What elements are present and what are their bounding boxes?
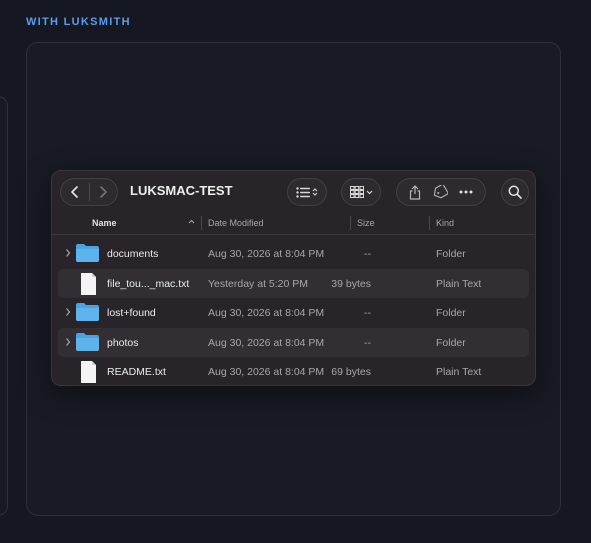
file-name: file_tou..._mac.txt — [107, 277, 190, 290]
column-kind[interactable]: Kind — [436, 218, 454, 228]
finder-window: LUKSMAC-TEST Name Date Modified Size Kin… — [51, 170, 536, 386]
file-row-file-touch[interactable]: file_tou..._mac.txt Yesterday at 5:20 PM… — [58, 268, 529, 299]
column-separator — [350, 216, 351, 230]
search-button[interactable] — [501, 178, 529, 206]
file-name: README.txt — [107, 366, 166, 379]
more-button[interactable] — [459, 190, 473, 194]
column-separator — [429, 216, 430, 230]
share-button[interactable] — [409, 184, 421, 200]
grid-view-button[interactable] — [341, 178, 381, 206]
column-separator — [201, 216, 202, 230]
file-size: -- — [364, 336, 371, 349]
file-kind: Plain Text — [436, 366, 482, 379]
file-row-readme[interactable]: README.txt Aug 30, 2026 at 8:04 PM 69 by… — [58, 357, 529, 385]
file-kind: Folder — [436, 336, 466, 349]
folder-icon — [76, 332, 99, 351]
more-icon — [459, 190, 473, 194]
tag-icon — [433, 185, 448, 199]
finder-toolbar: LUKSMAC-TEST — [52, 171, 535, 211]
file-kind: Folder — [436, 248, 466, 260]
file-size: 69 bytes — [331, 366, 371, 379]
file-name: lost+found — [107, 307, 156, 320]
back-button[interactable] — [61, 179, 89, 205]
column-date-modified[interactable]: Date Modified — [208, 218, 264, 228]
file-kind: Folder — [436, 307, 466, 320]
file-row-photos[interactable]: photos Aug 30, 2026 at 8:04 PM -- Folder — [58, 327, 529, 358]
folder-icon — [76, 244, 99, 262]
sort-ascending-icon — [188, 219, 195, 224]
list-view-icon — [296, 186, 310, 198]
file-row-lost-found[interactable]: lost+found Aug 30, 2026 at 8:04 PM -- Fo… — [58, 298, 529, 328]
disclosure-chevron-icon[interactable] — [65, 307, 71, 317]
sort-updown-icon — [312, 188, 318, 196]
back-icon — [70, 186, 78, 198]
file-size: -- — [364, 248, 371, 260]
text-file-icon — [81, 361, 96, 384]
file-date: Aug 30, 2026 at 8:04 PM — [208, 366, 325, 379]
file-name: photos — [107, 336, 139, 349]
column-name[interactable]: Name — [92, 218, 117, 228]
nav-buttons — [60, 178, 118, 206]
file-size: 39 bytes — [331, 277, 371, 290]
folder-icon — [76, 303, 99, 322]
text-file-icon — [81, 272, 96, 295]
window-title: LUKSMAC-TEST — [130, 183, 233, 198]
column-header: Name Date Modified Size Kind — [52, 211, 535, 235]
column-size[interactable]: Size — [357, 218, 375, 228]
file-date: Yesterday at 5:20 PM — [208, 277, 309, 290]
forward-icon — [100, 186, 108, 198]
file-kind: Plain Text — [436, 277, 482, 290]
file-list: documents Aug 30, 2026 at 8:04 PM -- Fol… — [52, 239, 535, 385]
list-view-button[interactable] — [287, 178, 327, 206]
forward-button[interactable] — [89, 179, 117, 205]
tag-button[interactable] — [432, 185, 448, 199]
file-size: -- — [364, 307, 371, 320]
actions-group — [396, 178, 486, 206]
left-card-edge — [0, 96, 8, 516]
file-date: Aug 30, 2026 at 8:04 PM — [208, 248, 325, 260]
section-label: WITH LUKSMITH — [26, 16, 131, 28]
file-date: Aug 30, 2026 at 8:04 PM — [208, 307, 325, 320]
chevron-down-icon — [366, 190, 372, 194]
disclosure-chevron-icon[interactable] — [65, 337, 71, 347]
file-date: Aug 30, 2026 at 8:04 PM — [208, 336, 325, 349]
share-icon — [409, 184, 420, 200]
search-icon — [508, 185, 522, 199]
grid-view-icon — [349, 186, 364, 198]
disclosure-chevron-icon[interactable] — [65, 248, 71, 258]
file-name: documents — [107, 248, 159, 260]
file-row-documents[interactable]: documents Aug 30, 2026 at 8:04 PM -- Fol… — [58, 239, 529, 269]
